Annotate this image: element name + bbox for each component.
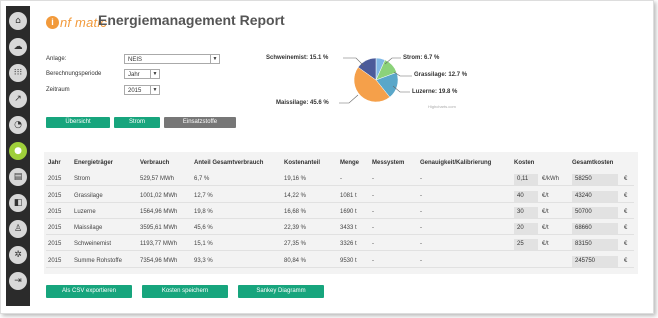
cell-kostenanteil: 22,39 %	[284, 225, 307, 231]
cell-traeger: Schweinemist	[74, 241, 112, 247]
cell-anteil: 19,8 %	[194, 209, 213, 215]
col-header-jahr: Jahr	[48, 160, 61, 166]
cell-menge: 9530 t	[340, 258, 357, 264]
cell-kostenanteil: 27,35 %	[284, 241, 307, 247]
cell-mess: -	[372, 193, 374, 199]
kosten-input[interactable]: 25	[514, 239, 538, 250]
kosten-unit: €/t	[542, 225, 549, 231]
pie-label-maissilage: Maissilage: 45.6 %	[276, 100, 329, 106]
currency-symbol: €	[624, 241, 628, 247]
cell-mess: -	[372, 258, 374, 264]
cell-jahr: 2015	[48, 241, 62, 247]
pie-label-luzerne: Luzerne: 19.8 %	[412, 89, 458, 95]
cell-gen: -	[420, 176, 422, 182]
row-divider	[46, 234, 634, 235]
cell-verbrauch: 1193,77 MWh	[140, 241, 177, 247]
cell-verbrauch: 1001,02 MWh	[140, 193, 178, 199]
cell-jahr: 2015	[48, 258, 62, 264]
cell-traeger: Grassilage	[74, 193, 103, 199]
gesamtkosten-field[interactable]: 43240	[572, 191, 618, 202]
cell-traeger: Luzerne	[74, 209, 96, 215]
cell-traeger: Summe Rohstoffe	[74, 258, 122, 264]
cell-mess: -	[372, 241, 374, 247]
cell-verbrauch: 1564,96 MWh	[140, 209, 178, 215]
cell-kostenanteil: 19,16 %	[284, 176, 307, 182]
cell-kostenanteil: 80,84 %	[284, 258, 307, 264]
gesamtkosten-field[interactable]: 58250	[572, 174, 618, 185]
pie-label-strom: Strom: 6.7 %	[403, 55, 440, 61]
currency-symbol: €	[624, 193, 628, 199]
col-header-kostenanteil: Kostenanteil	[284, 160, 321, 166]
kosten-unit: €/t	[542, 241, 549, 247]
kosten-unit: €/t	[542, 193, 549, 199]
cell-kostenanteil: 16,68 %	[284, 209, 307, 215]
cell-menge: 1690 t	[340, 209, 357, 215]
gesamtkosten-field[interactable]: 68660	[572, 223, 618, 234]
cell-anteil: 12,7 %	[194, 193, 213, 199]
row-divider	[46, 250, 634, 251]
cell-verbrauch: 3595,61 MWh	[140, 225, 178, 231]
kosten-input[interactable]: 30	[514, 207, 538, 218]
kosten-input[interactable]: 0,11	[514, 174, 538, 185]
cell-menge: 3433 t	[340, 225, 357, 231]
cell-jahr: 2015	[48, 209, 62, 215]
cell-gen: -	[420, 225, 422, 231]
pie-label-grassilage: Grassilage: 12.7 %	[414, 72, 468, 78]
row-divider	[46, 218, 634, 219]
row-divider	[46, 267, 634, 268]
cell-anteil: 93,3 %	[194, 258, 213, 264]
col-header-messystem: Messystem	[372, 160, 405, 166]
col-header-anteil: Anteil Gesamtverbrauch	[194, 160, 264, 166]
cell-anteil: 45,6 %	[194, 225, 213, 231]
cell-gen: -	[420, 209, 422, 215]
cell-jahr: 2015	[48, 225, 62, 231]
col-header-verbrauch: Verbrauch	[140, 160, 170, 166]
col-header-gesamtkosten: Gesamtkosten	[572, 160, 614, 166]
kosten-input[interactable]: 20	[514, 223, 538, 234]
kosten-unit: €/t	[542, 209, 549, 215]
cell-jahr: 2015	[48, 193, 62, 199]
cell-mess: -	[372, 225, 374, 231]
cell-verbrauch: 529,57 MWh	[140, 176, 175, 182]
kosten-input[interactable]: 40	[514, 191, 538, 202]
currency-symbol: €	[624, 176, 628, 182]
cell-jahr: 2015	[48, 176, 62, 182]
sankey-diagram-button[interactable]: Sankey Diagramm	[238, 285, 324, 298]
col-header-kosten: Kosten	[514, 160, 535, 166]
cell-gen: -	[420, 241, 422, 247]
row-divider	[46, 202, 634, 203]
col-header-genauigkeit: Genauigkeit/Kalibrierung	[420, 160, 492, 166]
col-header-menge: Menge	[340, 160, 360, 166]
currency-symbol: €	[624, 209, 628, 215]
col-header-energietraeger: Energieträger	[74, 160, 114, 166]
currency-symbol: €	[624, 225, 628, 231]
cell-menge: 3326 t	[340, 241, 357, 247]
save-costs-button[interactable]: Kosten speichern	[142, 285, 228, 298]
pie-label-schweinemist: Schweinemist: 15.1 %	[266, 55, 329, 61]
cell-kostenanteil: 14,22 %	[284, 193, 307, 199]
row-divider	[46, 185, 634, 186]
cell-menge: 1081 t	[340, 193, 357, 199]
cell-gen: -	[420, 193, 422, 199]
cell-gen: -	[420, 258, 422, 264]
gesamtkosten-field[interactable]: 245750	[572, 256, 618, 267]
leader-line-maissilage	[339, 94, 359, 104]
kosten-unit: €/kWh	[542, 176, 560, 182]
currency-symbol: €	[624, 258, 628, 264]
gesamtkosten-field[interactable]: 50700	[572, 207, 618, 218]
highcharts-credit: Highcharts.com	[428, 104, 456, 109]
cell-mess: -	[372, 209, 374, 215]
cell-menge: -	[340, 176, 342, 182]
cell-verbrauch: 7354,96 MWh	[140, 258, 178, 264]
gesamtkosten-field[interactable]: 83150	[572, 239, 618, 250]
cell-traeger: Maissilage	[74, 225, 103, 231]
cell-mess: -	[372, 176, 374, 182]
cell-anteil: 6,7 %	[194, 176, 210, 182]
cell-anteil: 15,1 %	[194, 241, 213, 247]
cell-traeger: Strom	[74, 176, 91, 182]
csv-export-button[interactable]: Als CSV exportieren	[46, 285, 132, 298]
